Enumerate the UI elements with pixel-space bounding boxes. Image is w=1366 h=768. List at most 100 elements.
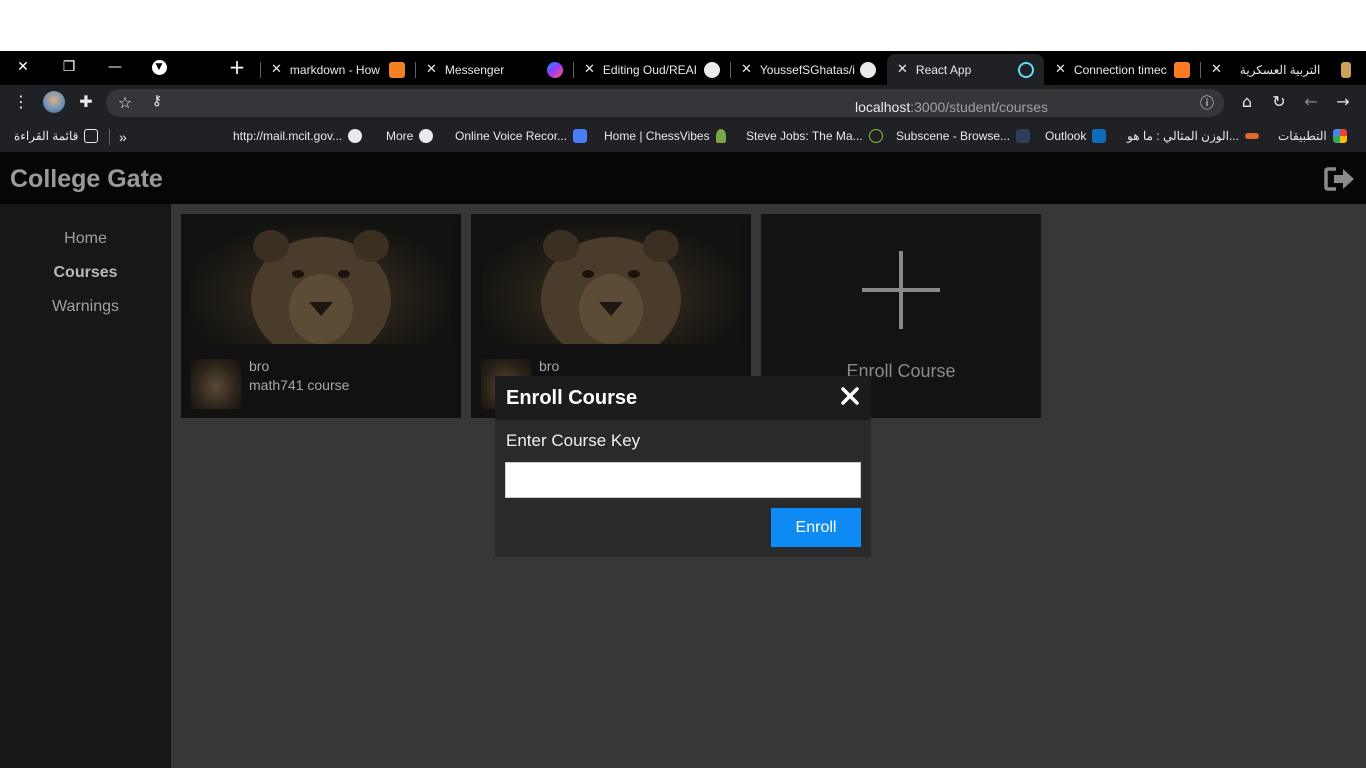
bookmark-ideal-weight[interactable]: الوزن المثالي : ما هو... [1127,129,1259,143]
course-key-input[interactable] [505,462,861,498]
bookmark-voice-recorder[interactable]: Online Voice Recor... [455,129,588,143]
tab-messenger[interactable]: ✕ Messenger [416,54,573,85]
bookmark-label: More [386,129,414,143]
github-icon [704,62,720,78]
course-key-label: Enter Course Key [506,431,641,450]
bookmark-label: قائمة القراءة [14,129,79,143]
chess-icon [715,129,726,143]
url-host: localhost [854,99,911,115]
site-icon [1244,133,1259,139]
tab-youssef-repo[interactable]: ✕ YoussefSGhatas/i [731,54,886,85]
course-cover-image [481,224,741,344]
tab-react-app[interactable]: ✕ React App [887,54,1044,85]
bookmark-subscene[interactable]: Subscene - Browse... [896,129,1031,143]
profile-avatar[interactable] [43,91,65,113]
close-icon[interactable]: ✕ [741,62,752,77]
tab-title: التربية العسكرية [1239,62,1321,77]
minimize-window-button[interactable]: — [92,51,138,83]
bookmark-star-icon[interactable]: ☆ [114,93,136,112]
close-icon[interactable]: ✕ [1055,62,1066,77]
logout-icon[interactable] [1324,166,1356,192]
nav-courses[interactable]: Courses [0,264,171,282]
tab-title: React App [915,62,972,77]
course-card[interactable]: bro math741 course [181,214,461,418]
omnibox[interactable]: ☆ ⚷ localhost:3000/student/courses ⓘ [106,89,1224,117]
bookmarks-divider [109,129,110,145]
chevron-down-icon: ▼ [151,59,167,75]
tab-title: Editing Oud/REAI [602,62,697,77]
url-path: :3000/student/courses [910,99,1048,115]
plus-icon [862,251,940,329]
close-window-button[interactable]: ✕ [0,51,46,83]
back-arrow-icon[interactable]: ← [1300,92,1322,111]
enroll-modal: Enroll Course Enter Course Key Enroll [495,376,871,557]
brand-title[interactable]: College Gate [10,165,163,194]
xampp-icon [1174,62,1190,78]
bookmark-label: التطبيقات [1278,129,1327,143]
subscene-icon [1016,129,1031,143]
tab-markdown[interactable]: ✕ markdown - How [261,54,415,85]
tab-title: YoussefSGhatas/i [759,62,855,77]
tab-connection-timeout[interactable]: ✕ Connection timec [1045,54,1200,85]
tab-title: Messenger [444,62,505,77]
close-icon[interactable]: ✕ [271,62,282,77]
extensions-puzzle-icon[interactable]: ✚ [75,92,97,111]
site-icon [1341,62,1351,78]
close-icon[interactable]: ✕ [1211,62,1222,77]
close-icon[interactable] [841,387,859,405]
close-icon[interactable]: ✕ [897,62,908,77]
tab-military-education[interactable]: ✕ التربية العسكرية [1201,54,1361,85]
bookmark-label: Online Voice Recor... [455,129,568,143]
bookmarks-overflow-button[interactable]: » [119,129,127,145]
stackoverflow-icon [389,62,405,78]
mic-icon [573,129,588,143]
nav-warnings[interactable]: Warnings [0,298,171,316]
outlook-icon [1092,129,1107,143]
bookmark-apps[interactable]: التطبيقات [1278,129,1347,143]
bookmark-label: Home | ChessVibes [604,129,710,143]
restore-window-button[interactable]: ❐ [46,51,92,83]
bookmark-label: Outlook [1045,129,1087,143]
bookmark-steve-jobs[interactable]: Steve Jobs: The Ma... [746,129,883,143]
bookmark-label: Steve Jobs: The Ma... [746,129,863,143]
menu-dots-icon[interactable]: ⋮ [10,92,32,111]
tab-title: Connection timec [1073,62,1167,77]
password-key-icon[interactable]: ⚷ [146,93,168,109]
github-icon [860,62,876,78]
course-instructor: bro [249,358,270,374]
reload-icon[interactable]: ↻ [1268,92,1290,111]
home-icon[interactable]: ⌂ [1236,92,1258,111]
modal-header: Enroll Course [495,376,871,420]
bookmark-outlook[interactable]: Outlook [1045,129,1107,143]
enroll-button[interactable]: Enroll [771,508,861,547]
course-name: math741 course [249,377,350,393]
bookmark-reading-list[interactable]: قائمة القراءة [14,129,99,143]
course-cover-image [191,224,451,344]
instructor-avatar [191,359,241,409]
tab-editing-oud[interactable]: ✕ Editing Oud/REAI [574,54,730,85]
react-icon [1018,62,1034,78]
globe-icon [348,129,363,143]
bookmark-more[interactable]: More [386,129,434,143]
course-instructor: bro [539,358,560,374]
messenger-icon [547,62,563,78]
forward-arrow-icon[interactable]: → [1332,92,1354,111]
tab-title: markdown - How [289,62,380,77]
close-icon[interactable]: ✕ [584,62,595,77]
browser-chrome: ✕ ❐ — ▼ + ✕ markdown - How ✕ Messenger ✕… [0,51,1366,152]
close-icon[interactable]: ✕ [426,62,437,77]
site-info-icon[interactable]: ⓘ [1196,93,1218,113]
bookmarks-bar: قائمة القراءة » http://mail.mcit.gov... … [0,121,1366,152]
bookmark-label: الوزن المثالي : ما هو... [1127,129,1239,143]
bookmark-mcit-mail[interactable]: http://mail.mcit.gov... [233,129,363,143]
url-text[interactable]: localhost:3000/student/courses [855,99,1048,115]
bookmark-label: Subscene - Browse... [896,129,1011,143]
reading-list-icon [84,129,99,143]
globe-icon [419,129,434,143]
apps-grid-icon [1332,129,1347,143]
toolbar: ⋮ ✚ ☆ ⚷ localhost:3000/student/courses ⓘ… [0,85,1366,121]
nav-home[interactable]: Home [0,230,171,248]
bookmark-chessvibes[interactable]: Home | ChessVibes [604,129,726,143]
new-tab-button[interactable]: + [214,51,260,83]
tab-search-button[interactable]: ▼ [136,51,182,83]
